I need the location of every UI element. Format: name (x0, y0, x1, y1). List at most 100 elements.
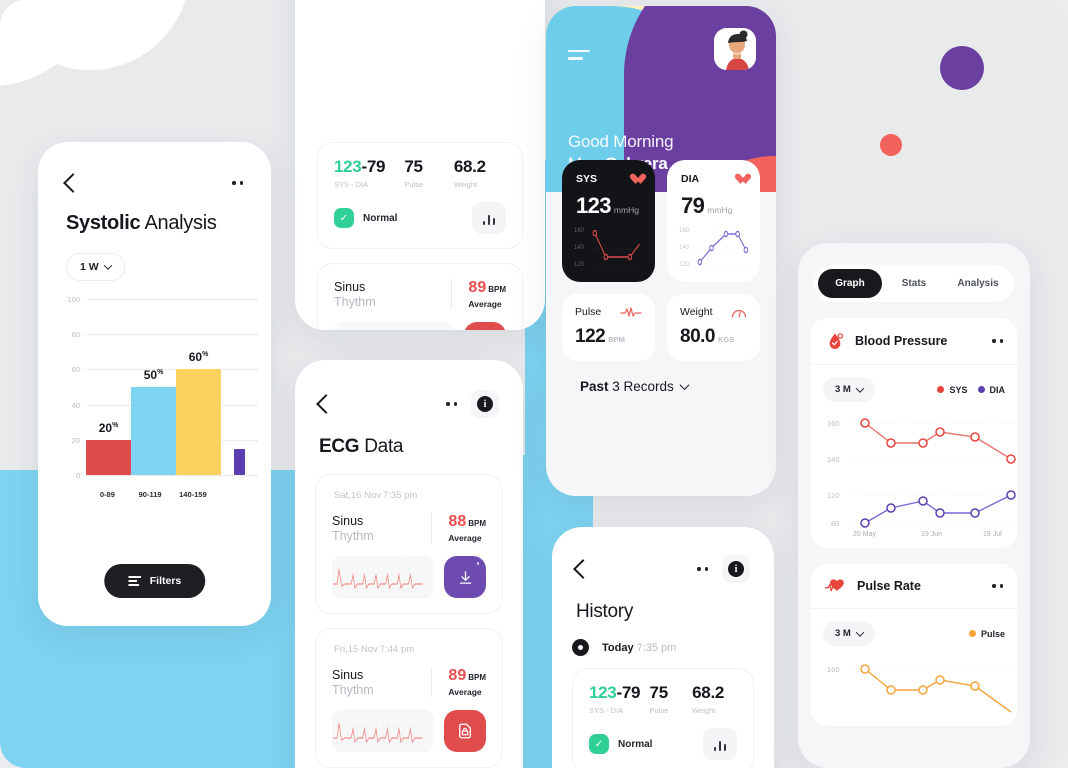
bar-chart-icon[interactable] (703, 728, 737, 760)
dia-label: DIA (681, 173, 700, 185)
filters-label: Filters (149, 575, 182, 587)
chevron-left-icon[interactable] (573, 559, 593, 579)
info-icon: i (728, 561, 744, 577)
status-badge: ✓ Normal (334, 208, 397, 228)
rhythm-name-line1: Sinus (334, 279, 366, 294)
weight-metric: 68.2 Weight (454, 157, 506, 189)
chart-bars: 20% 50% 60% (86, 299, 257, 475)
more-horizontal-icon[interactable] (446, 402, 457, 406)
more-horizontal-icon[interactable] (992, 339, 1003, 343)
history-screen: i History Today 7:35 pm 123-79 SYS - DIA … (552, 527, 774, 768)
chart-gridline (86, 475, 257, 476)
gauge-icon (731, 309, 747, 318)
xtick-20-may: 20 May (853, 531, 876, 538)
record-card[interactable]: 123-79 SYS - DIA 75 Pulse 68.2 Weight ✓ (572, 668, 754, 768)
bpm-caption: Average (468, 299, 502, 309)
divider (431, 513, 433, 543)
analytics-screen: Graph Stats Analysis Blood Pressure 3 M (798, 243, 1030, 768)
weight-caption: Weight (453, 180, 478, 189)
sys-dia-metric: 123-79 SYS - DIA (589, 683, 650, 715)
xtick-19-jun: 19 Jun (921, 531, 942, 538)
sys-unit: mmHg (613, 205, 639, 215)
chart-ytick-40: 40 (71, 400, 80, 410)
document-lock-icon[interactable] (444, 710, 486, 752)
tab-stats[interactable]: Stats (882, 269, 946, 298)
weight-value: 68.2 (453, 157, 486, 176)
legend-dot-dia (977, 386, 985, 393)
chart-bar-column[interactable] (221, 299, 257, 475)
heart-icon[interactable] (629, 174, 641, 185)
blood-pressure-card: Blood Pressure 3 M SYS DIA 160 140 120 8… (811, 318, 1017, 548)
more-horizontal-icon[interactable] (697, 567, 708, 571)
heart-icon[interactable] (734, 174, 746, 185)
past-records-dropdown[interactable]: Past 3 Records (580, 379, 760, 394)
info-button[interactable]: i (471, 390, 499, 418)
past-records-text: 3 Records (608, 379, 674, 394)
chart-bar (131, 387, 176, 475)
bpm-unit: BPM (468, 519, 486, 528)
ytick-160: 160 (827, 665, 840, 674)
page-title: Systolic Analysis (38, 190, 271, 235)
page-title: ECG Data (295, 418, 523, 458)
chart-bar-column[interactable]: 20% (86, 299, 131, 475)
pulse-caption: Pulse (649, 706, 669, 715)
rhythm-name-line2: Thythm (334, 294, 376, 309)
ecg-record-card[interactable]: Sat,16 Nov 7:35 pm Sinus Thythm 88 BPM Ave… (315, 474, 503, 614)
sys-label: SYS (576, 173, 598, 185)
range-select-label: 1 W (80, 261, 99, 273)
ytick-80: 80 (831, 519, 839, 528)
tab-analysis[interactable]: Analysis (946, 269, 1010, 298)
more-horizontal-icon[interactable] (232, 181, 243, 185)
bpm-value: 88 (448, 513, 467, 530)
chevron-left-icon[interactable] (316, 394, 336, 414)
dia-value: -79 (361, 157, 386, 176)
pulse-value: 75 (404, 157, 423, 176)
weight-value: 68.2 (692, 683, 725, 702)
document-lock-icon[interactable] (464, 322, 506, 330)
ecg-summary-card[interactable]: Sinus Thythm 89 BPM Average (317, 263, 523, 330)
pulse-rate-card: Pulse Rate 3 M Pulse 160 (811, 564, 1017, 726)
bar-chart-icon[interactable] (472, 202, 506, 234)
user-avatar[interactable] (714, 28, 756, 70)
dia-metric-card[interactable]: DIA 79 mmHg 160 140 120 (667, 160, 760, 282)
chart-bar (176, 369, 221, 475)
tab-graph[interactable]: Graph (818, 269, 882, 298)
weight-metric-card[interactable]: Weight 80.0 KGS (667, 294, 760, 361)
chart-bar (86, 439, 131, 475)
sys-metric-card[interactable]: SYS 123 mmHg 160 140 120 (562, 160, 655, 282)
range-select-label: 3 M (835, 384, 851, 395)
chart-xtick (214, 490, 257, 499)
info-button[interactable]: i (722, 555, 750, 583)
chart-bar-column[interactable]: 60% (176, 299, 221, 475)
info-icon: i (477, 396, 493, 412)
blood-pressure-chart: 160 140 120 80 20 May 19 Jun 19 Jul (823, 410, 1017, 538)
bpm-value: 89 (468, 279, 487, 296)
pulse-metric-card[interactable]: Pulse 122 BPM (562, 294, 655, 361)
bpm-unit: BPM (468, 673, 486, 682)
range-select-1w[interactable]: 1 W (66, 253, 125, 281)
more-horizontal-icon[interactable] (992, 584, 1003, 588)
check-icon: ✓ (589, 734, 609, 754)
sys-dia-caption: SYS - DIA (589, 706, 624, 715)
weight-value: 80.0 (680, 326, 715, 347)
pulse-rate-chart: 160 (823, 654, 1017, 716)
download-icon[interactable] (444, 556, 486, 598)
sys-ytick-140: 140 (574, 245, 585, 251)
filters-button[interactable]: Filters (103, 564, 206, 598)
ecg-data-screen: i ECG Data Sat,16 Nov 7:35 pm Sinus Thyth… (295, 360, 523, 768)
sys-value: 123 (589, 683, 617, 702)
legend-dot-pulse (968, 630, 976, 637)
dia-ytick-160: 160 (679, 228, 690, 234)
hamburger-menu-icon[interactable] (568, 50, 590, 60)
weight-unit: KGS (717, 335, 735, 344)
page-title-bold: ECG (319, 436, 360, 457)
greeting-line1: Good Morning (568, 132, 674, 151)
chart-ytick-100: 100 (67, 295, 80, 304)
record-card[interactable]: 123-79 SYS - DIA 75 Pulse 68.2 Weight ✓ (317, 142, 523, 249)
range-select-3m[interactable]: 3 M (823, 377, 875, 402)
range-select-3m[interactable]: 3 M (823, 621, 875, 646)
chart-bar-column[interactable]: 50% (131, 299, 176, 475)
ecg-record-card[interactable]: Fri,15 Nov 7:44 pm Sinus Thythm 89 BPM Ave… (315, 628, 503, 768)
rhythm-name-line2: Thythm (332, 682, 374, 697)
pulse-value: 122 (575, 326, 606, 347)
